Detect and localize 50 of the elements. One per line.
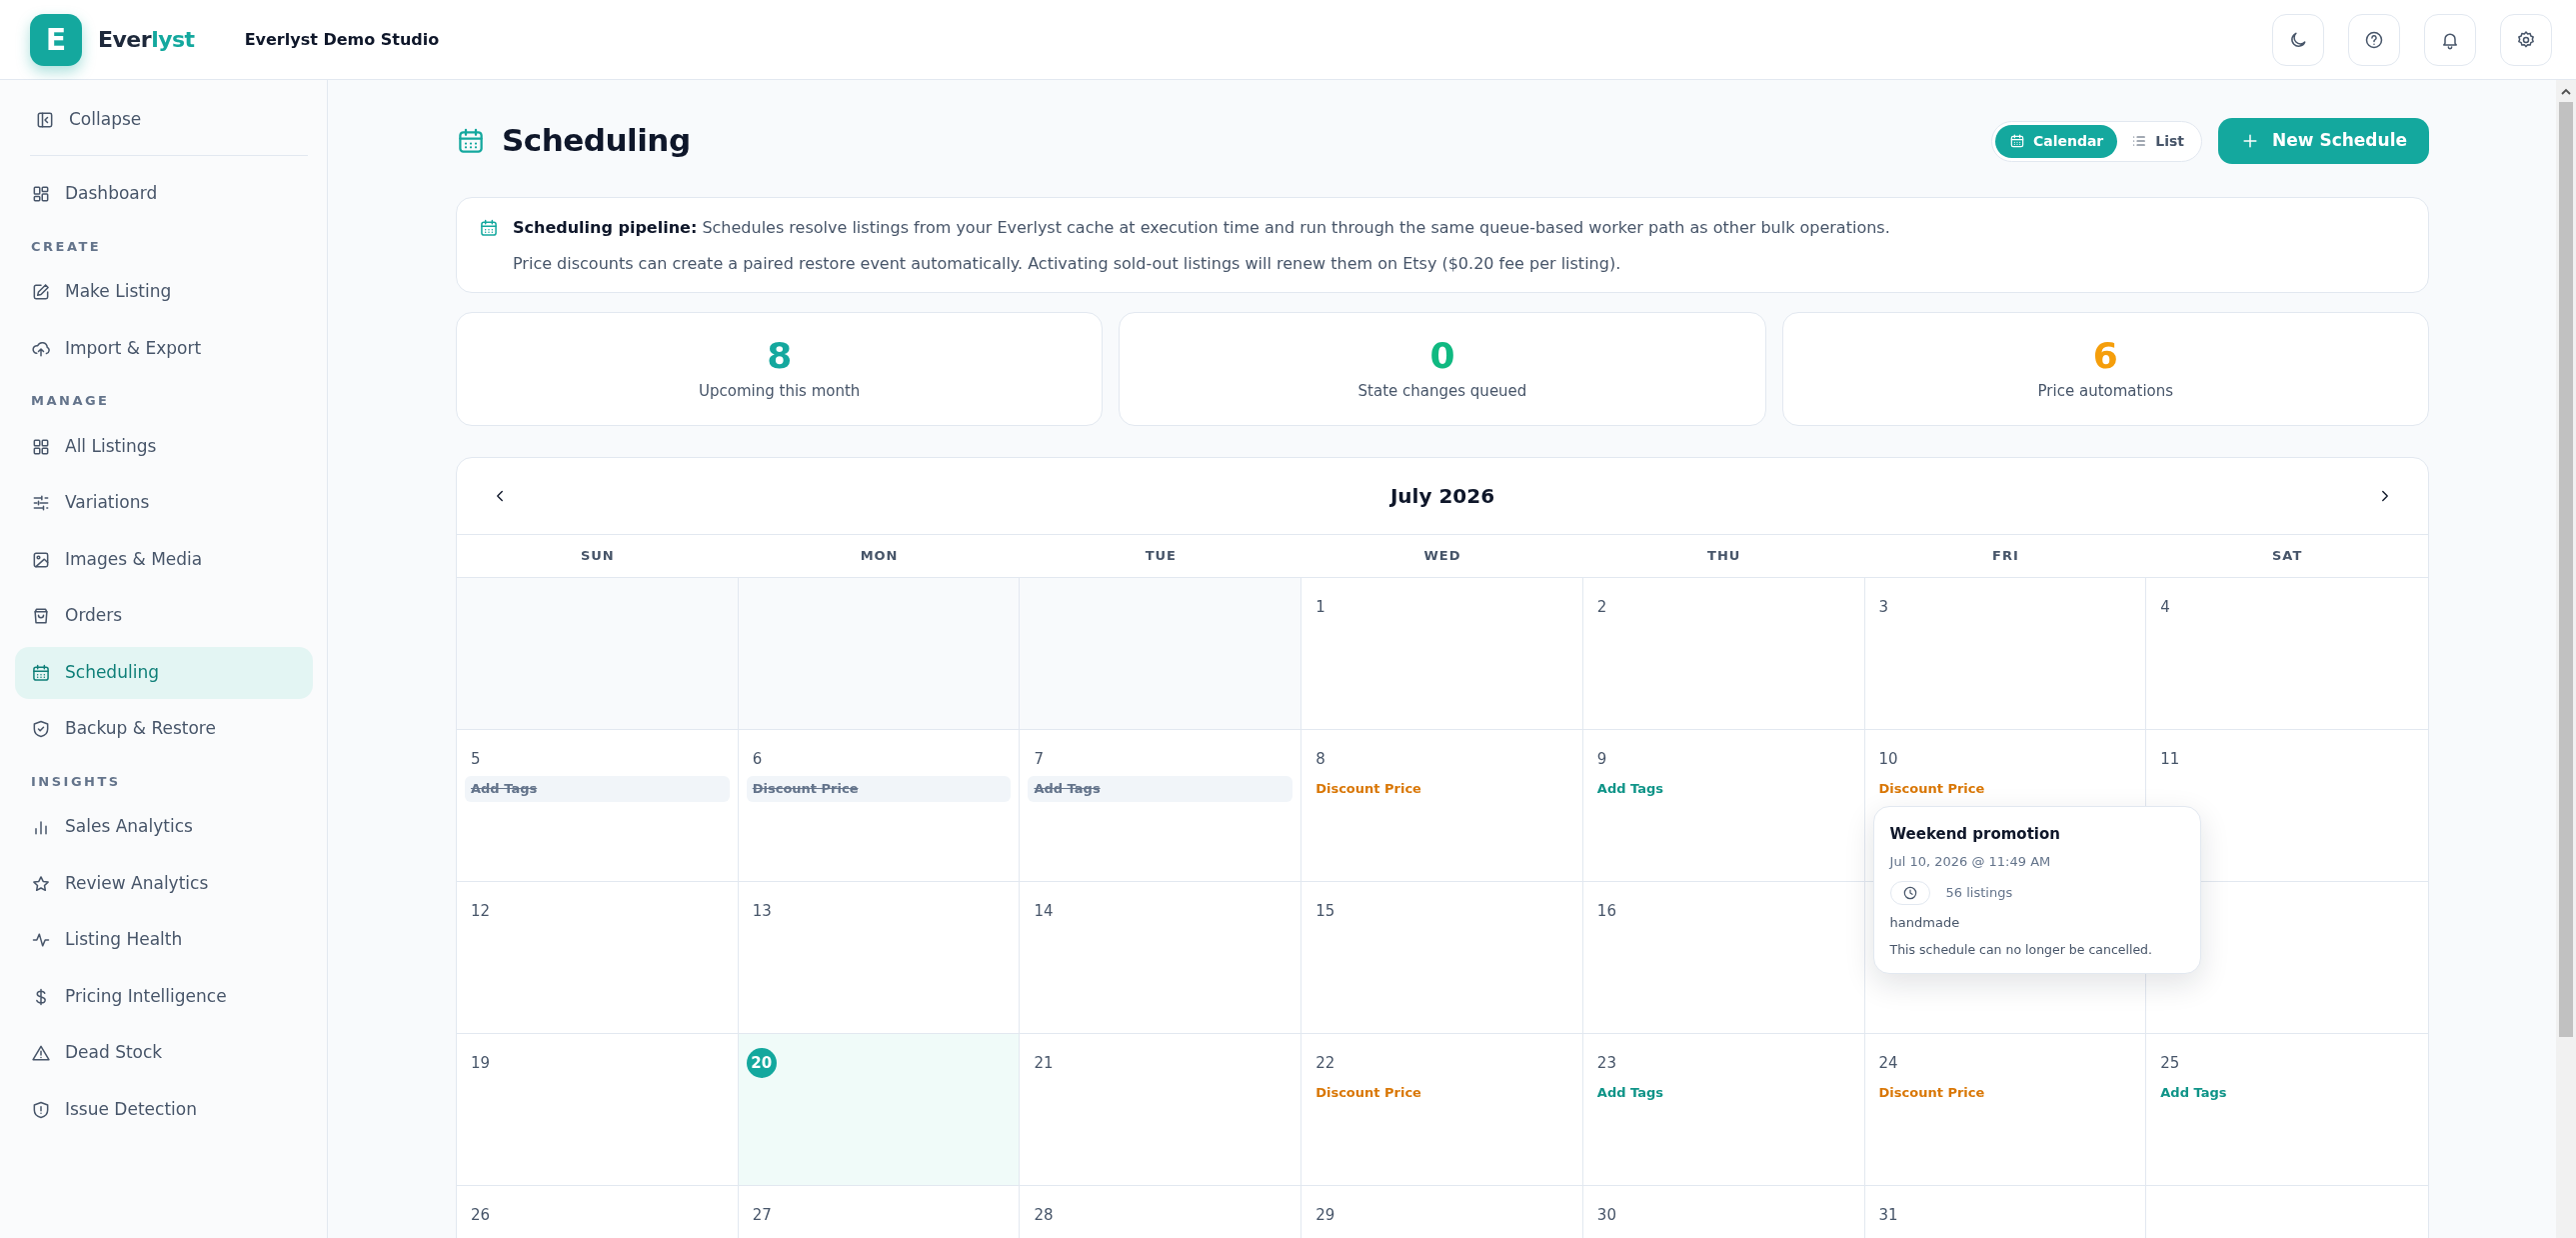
month-title: July 2026 xyxy=(1389,483,1495,510)
day-number: 3 xyxy=(1878,597,1889,618)
day-number: 5 xyxy=(471,749,481,770)
section-heading: INSIGHTS xyxy=(30,772,122,791)
workspace-name: Everlyst Demo Studio xyxy=(244,28,440,51)
popover-title: Weekend promotion xyxy=(1889,824,2061,845)
info-text: Scheduling pipeline: Schedules resolve listings from your Everlyst cache at execution time and run through the same queue-based worker path as other bulk operations. xyxy=(513,217,1890,239)
day-number: 29 xyxy=(1315,1205,1335,1226)
section-heading: MANAGE xyxy=(30,392,111,410)
day-number: 9 xyxy=(1596,749,1607,770)
day-number: 8 xyxy=(1315,749,1325,770)
day-number: 16 xyxy=(1596,901,1616,922)
section-heading: CREATE xyxy=(30,237,103,256)
day-number: 27 xyxy=(752,1205,772,1226)
day-number: 21 xyxy=(1034,1053,1054,1074)
day-number: 30 xyxy=(1596,1205,1616,1226)
day-number: 2 xyxy=(1596,597,1607,618)
info-text: Price discounts can create a paired restore event automatically. Activating sold-out listings will renew them on Etsy ($0.20 fee per listing). xyxy=(513,253,1622,275)
day-number: 26 xyxy=(471,1205,491,1226)
day-number: 1 xyxy=(1315,597,1325,618)
popover-tag: handmade xyxy=(1889,913,2184,933)
day-number: 22 xyxy=(1315,1053,1335,1074)
day-number: 24 xyxy=(1878,1053,1898,1074)
day-number: 19 xyxy=(471,1053,491,1074)
stat-label: Price automations xyxy=(2037,380,2174,402)
day-number: 10 xyxy=(1878,749,1898,770)
day-number: 15 xyxy=(1315,901,1335,922)
page-title: Scheduling xyxy=(502,122,691,160)
day-number: 28 xyxy=(1034,1205,1054,1226)
day-number: 13 xyxy=(752,901,772,922)
stat-label: Upcoming this month xyxy=(699,380,861,402)
day-number: 25 xyxy=(2160,1053,2180,1074)
day-number: 11 xyxy=(2160,749,2180,770)
popover-note: This schedule can no longer be cancelled. xyxy=(1889,940,2153,959)
logo-mark: E xyxy=(30,13,82,66)
day-number: 4 xyxy=(2160,597,2170,618)
day-number: 31 xyxy=(1878,1205,1898,1226)
day-number: 7 xyxy=(1034,749,1044,770)
day-number: 23 xyxy=(1596,1053,1616,1074)
brand-name: Everlyst xyxy=(98,26,195,54)
day-number: 6 xyxy=(752,749,763,770)
popover-date: Jul 10, 2026 @ 11:49 AM xyxy=(1889,852,2052,871)
stat-value: 6 xyxy=(2092,335,2118,376)
day-number: 12 xyxy=(471,901,491,922)
listing-count: 56 listings xyxy=(1945,884,2013,903)
stat-label: State changes queued xyxy=(1357,380,1527,402)
stat-value: 0 xyxy=(1429,335,1455,376)
stat-value: 8 xyxy=(767,335,793,376)
day-number: 14 xyxy=(1034,901,1054,922)
today-marker: 20 xyxy=(746,1048,777,1078)
